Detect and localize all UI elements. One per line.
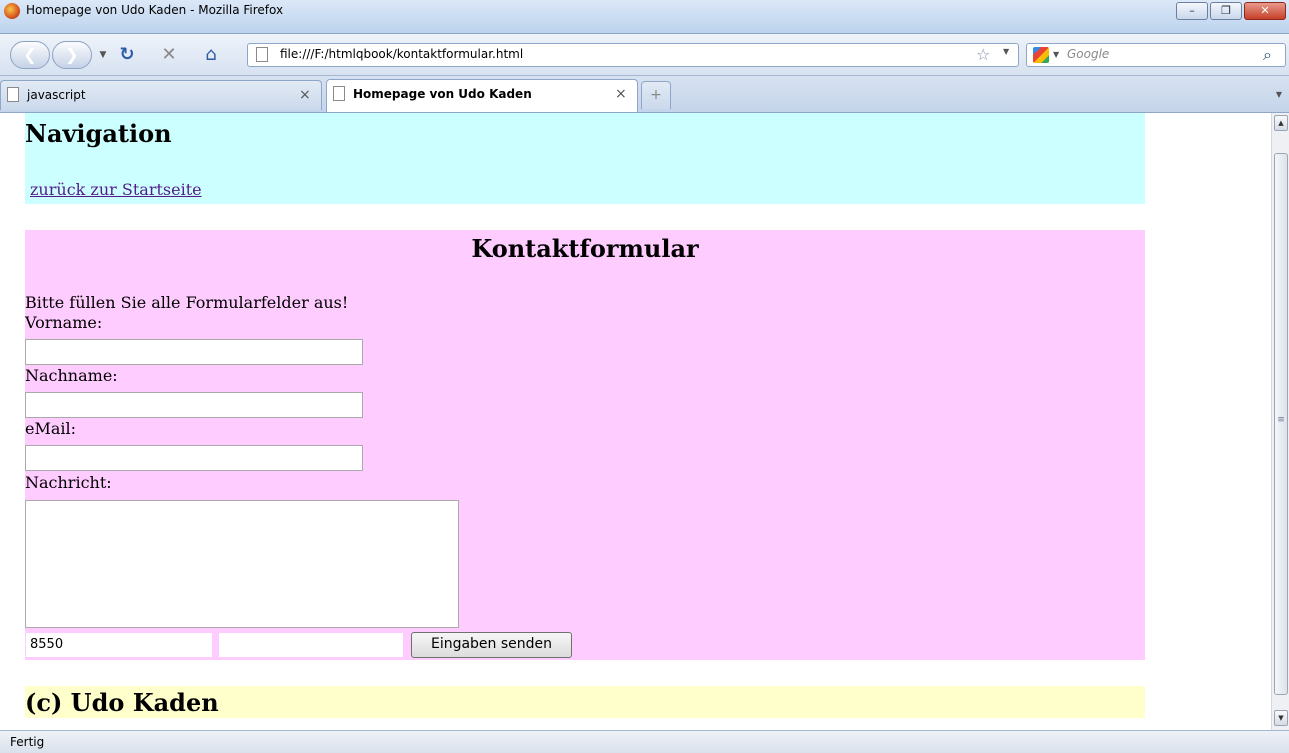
close-window-button[interactable]: ✕ [1244,2,1286,20]
tab-javascript[interactable]: javascript × [0,80,322,110]
back-to-home-link[interactable]: zurück zur Startseite [30,180,202,199]
stop-icon[interactable]: ✕ [158,44,180,66]
tab-homepage[interactable]: Homepage von Udo Kaden × [326,79,638,112]
home-icon[interactable]: ⌂ [200,44,222,66]
navigation-section: Navigation zurück zur Startseite [25,113,1145,204]
history-dropdown-icon[interactable]: ▼ [92,44,114,66]
page-content: Navigation zurück zur Startseite Kontakt… [0,113,1271,730]
search-bar[interactable]: ▼ Google ⌕ [1026,43,1286,67]
close-tab-icon[interactable]: × [299,87,311,103]
forward-button[interactable]: ❯ [52,41,92,69]
firstname-input[interactable] [25,339,363,365]
close-tab-icon[interactable]: × [615,86,627,102]
back-button[interactable]: ❮ [10,41,50,69]
tab-list-dropdown-icon[interactable]: ▼ [1271,81,1287,109]
url-bar[interactable]: file:///F:/htmlqbook/kontaktformular.htm… [247,43,1019,67]
scrollbar-thumb[interactable]: ≡ [1274,153,1288,695]
tab-label: Homepage von Udo Kaden [353,87,532,101]
status-text: Fertig [10,735,45,749]
lastname-label: Nachname: [25,366,118,385]
tab-label: javascript [27,88,86,102]
tab-page-icon [7,87,19,102]
navigation-heading: Navigation [25,119,172,148]
reload-icon[interactable]: ↻ [116,44,138,66]
vertical-scrollbar[interactable]: ▲ ≡ ▼ [1271,113,1289,730]
status-bar: Fertig [0,730,1289,753]
url-dropdown-icon[interactable]: ▼ [1003,47,1009,56]
message-textarea[interactable] [25,500,459,628]
firefox-logo-icon [4,3,20,19]
message-label: Nachricht: [25,473,112,492]
scroll-down-icon[interactable]: ▼ [1274,710,1288,726]
back-arrow-icon: ❮ [23,45,37,64]
firstname-label: Vorname: [25,313,103,332]
forward-arrow-icon: ❯ [65,45,79,64]
footer-heading: (c) Udo Kaden [25,688,219,717]
minimize-button[interactable]: – [1176,2,1208,20]
bookmark-star-icon[interactable]: ☆ [976,45,990,64]
window-titlebar: Homepage von Udo Kaden - Mozilla Firefox… [0,0,1289,34]
captcha-code-field[interactable]: 8550 [25,632,213,658]
google-icon[interactable] [1033,47,1049,63]
search-engine-dropdown-icon[interactable]: ▼ [1053,50,1059,59]
tab-page-icon [333,86,345,101]
new-tab-button[interactable]: + [641,81,671,109]
submit-button[interactable]: Eingaben senden [411,632,572,658]
page-icon [256,47,268,62]
contact-form: Kontaktformular Bitte füllen Sie alle Fo… [25,230,1145,660]
scrollbar-grip-icon: ≡ [1277,415,1285,425]
window-title: Homepage von Udo Kaden - Mozilla Firefox [26,3,284,17]
navigation-toolbar: ❮ ❯ ▼ ↻ ✕ ⌂ file:///F:/htmlqbook/kontakt… [0,34,1289,76]
search-icon[interactable]: ⌕ [1263,45,1272,65]
footer-section: (c) Udo Kaden [25,686,1145,718]
maximize-button[interactable]: ❐ [1210,2,1242,20]
lastname-input[interactable] [25,392,363,418]
email-input[interactable] [25,445,363,471]
scroll-up-icon[interactable]: ▲ [1274,115,1288,131]
form-hint: Bitte füllen Sie alle Formularfelder aus… [25,293,349,312]
tab-strip: javascript × Homepage von Udo Kaden × + … [0,76,1289,113]
search-placeholder: Google [1067,47,1110,61]
email-label: eMail: [25,419,77,438]
captcha-answer-field[interactable] [218,632,404,658]
url-text: file:///F:/htmlqbook/kontaktformular.htm… [280,47,524,61]
form-heading: Kontaktformular [471,234,699,263]
